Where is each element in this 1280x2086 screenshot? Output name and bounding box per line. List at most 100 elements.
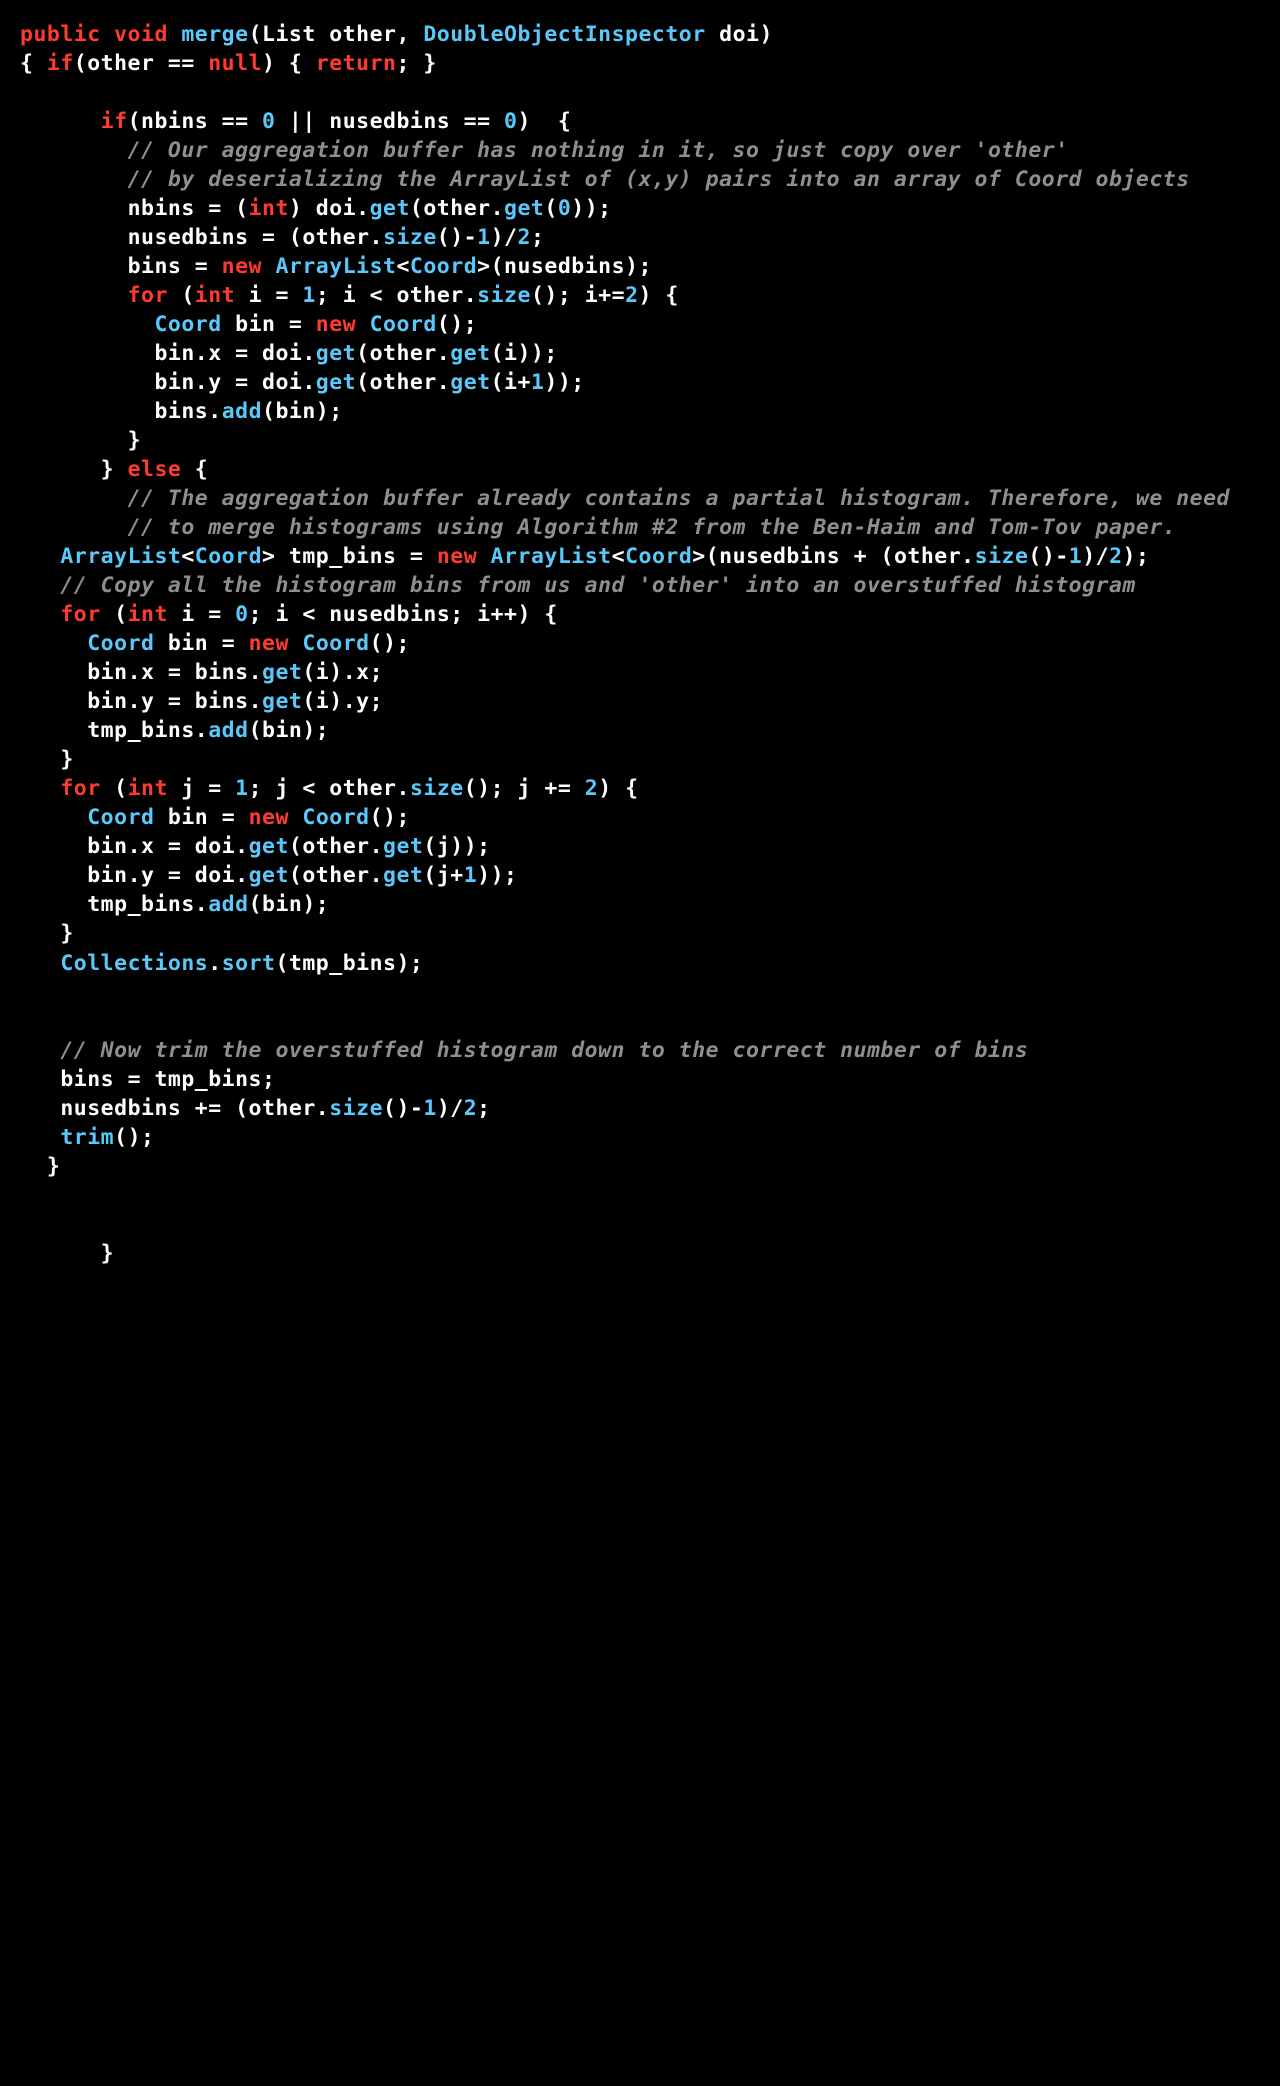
code-token: for bbox=[128, 283, 168, 308]
code-token bbox=[20, 138, 128, 163]
code-token: } bbox=[20, 1241, 114, 1266]
code-token: ) { bbox=[598, 776, 638, 801]
code-line: bins.add(bin); bbox=[20, 399, 343, 424]
code-token: } bbox=[20, 1154, 60, 1179]
code-token: Coord bbox=[87, 631, 154, 656]
code-token: Coord bbox=[370, 312, 437, 337]
code-token: add bbox=[208, 718, 248, 743]
code-token bbox=[20, 544, 60, 569]
code-token: ( bbox=[101, 602, 128, 627]
code-token: ) { bbox=[517, 109, 571, 134]
code-token: new bbox=[249, 805, 289, 830]
code-token: // Now trim the overstuffed histogram do… bbox=[60, 1038, 1028, 1063]
code-token: bin.y = bins. bbox=[20, 689, 262, 714]
code-line: } bbox=[20, 1154, 60, 1179]
code-token: (i).x; bbox=[302, 660, 383, 685]
code-token: int bbox=[195, 283, 235, 308]
java-code-block: public void merge(List other, DoubleObje… bbox=[20, 20, 1260, 1268]
code-token: new bbox=[437, 544, 477, 569]
code-token: { bbox=[181, 457, 208, 482]
code-token: 2 bbox=[585, 776, 598, 801]
code-token: )); bbox=[477, 863, 517, 888]
code-token: ; } bbox=[396, 51, 436, 76]
code-line: } bbox=[20, 921, 74, 946]
code-token: nusedbins += (other. bbox=[20, 1096, 329, 1121]
code-token: (); i+= bbox=[531, 283, 625, 308]
code-token: size bbox=[477, 283, 531, 308]
code-token bbox=[289, 631, 302, 656]
code-token: i = bbox=[168, 602, 235, 627]
code-token: bins = bbox=[20, 254, 222, 279]
code-token: 1 bbox=[1069, 544, 1082, 569]
code-line: nusedbins = (other.size()-1)/2; bbox=[20, 225, 544, 250]
code-token: return bbox=[316, 51, 397, 76]
code-token: (bin); bbox=[249, 892, 330, 917]
code-token: (List other, bbox=[249, 22, 424, 47]
code-token: (other. bbox=[289, 863, 383, 888]
code-token: (); bbox=[437, 312, 477, 337]
code-token bbox=[20, 1125, 60, 1150]
code-line: bin.y = bins.get(i).y; bbox=[20, 689, 383, 714]
code-token: get bbox=[450, 370, 490, 395]
code-token: trim bbox=[60, 1125, 114, 1150]
code-token: nbins = ( bbox=[20, 196, 249, 221]
code-line: // Now trim the overstuffed histogram do… bbox=[20, 1038, 1028, 1063]
code-token: 2 bbox=[464, 1096, 477, 1121]
code-token: < bbox=[181, 544, 194, 569]
code-token: < bbox=[612, 544, 625, 569]
code-line: bin.y = doi.get(other.get(i+1)); bbox=[20, 370, 585, 395]
code-token: ArrayList bbox=[60, 544, 181, 569]
code-token: bin = bbox=[222, 312, 316, 337]
code-token: . bbox=[208, 951, 221, 976]
code-line: bin.x = doi.get(other.get(i)); bbox=[20, 341, 558, 366]
code-token bbox=[20, 1038, 60, 1063]
code-line: tmp_bins.add(bin); bbox=[20, 892, 329, 917]
code-line: { if(other == null) { return; } bbox=[20, 51, 437, 76]
code-token: if bbox=[47, 51, 74, 76]
code-token: add bbox=[222, 399, 262, 424]
code-line: // by deserializing the ArrayList of (x,… bbox=[20, 167, 1190, 192]
code-token: ( bbox=[544, 196, 557, 221]
code-token: (other. bbox=[356, 370, 450, 395]
code-token bbox=[20, 602, 60, 627]
code-token: get bbox=[262, 689, 302, 714]
code-token: (other. bbox=[356, 341, 450, 366]
code-token bbox=[356, 312, 369, 337]
code-token: 0 bbox=[262, 109, 275, 134]
code-token: Coord bbox=[302, 631, 369, 656]
code-token: DoubleObjectInspector bbox=[423, 22, 705, 47]
code-line: // The aggregation buffer already contai… bbox=[20, 486, 1230, 511]
code-line: } bbox=[20, 1241, 114, 1266]
code-token: get bbox=[383, 834, 423, 859]
code-token: // by deserializing the ArrayList of (x,… bbox=[128, 167, 1190, 192]
code-token: get bbox=[249, 863, 289, 888]
code-line: // Copy all the histogram bins from us a… bbox=[20, 573, 1136, 598]
code-line: bin.y = doi.get(other.get(j+1)); bbox=[20, 863, 518, 888]
code-token: Coord bbox=[625, 544, 692, 569]
code-line: bin.x = doi.get(other.get(j)); bbox=[20, 834, 491, 859]
code-line: nbins = (int) doi.get(other.get(0)); bbox=[20, 196, 612, 221]
code-token: get bbox=[249, 834, 289, 859]
code-token: public void bbox=[20, 22, 168, 47]
code-token: 1 bbox=[235, 776, 248, 801]
code-token: bin.x = doi. bbox=[20, 834, 249, 859]
code-token: size bbox=[975, 544, 1029, 569]
code-token: (nbins == bbox=[128, 109, 262, 134]
code-line: trim(); bbox=[20, 1125, 154, 1150]
code-line: Collections.sort(tmp_bins); bbox=[20, 951, 423, 976]
code-token bbox=[262, 254, 275, 279]
code-token: 1 bbox=[531, 370, 544, 395]
code-token: get bbox=[450, 341, 490, 366]
code-token: Collections bbox=[60, 951, 208, 976]
code-token: (i).y; bbox=[302, 689, 383, 714]
code-token: ; bbox=[477, 1096, 490, 1121]
code-line: } bbox=[20, 747, 74, 772]
code-token: )/ bbox=[491, 225, 518, 250]
code-token: bin.x = bins. bbox=[20, 660, 262, 685]
code-token: bin = bbox=[154, 805, 248, 830]
code-token: ()- bbox=[437, 225, 477, 250]
code-token: (); bbox=[114, 1125, 154, 1150]
code-line: public void merge(List other, DoubleObje… bbox=[20, 22, 773, 47]
code-token: ; bbox=[531, 225, 544, 250]
code-token: ()- bbox=[383, 1096, 423, 1121]
